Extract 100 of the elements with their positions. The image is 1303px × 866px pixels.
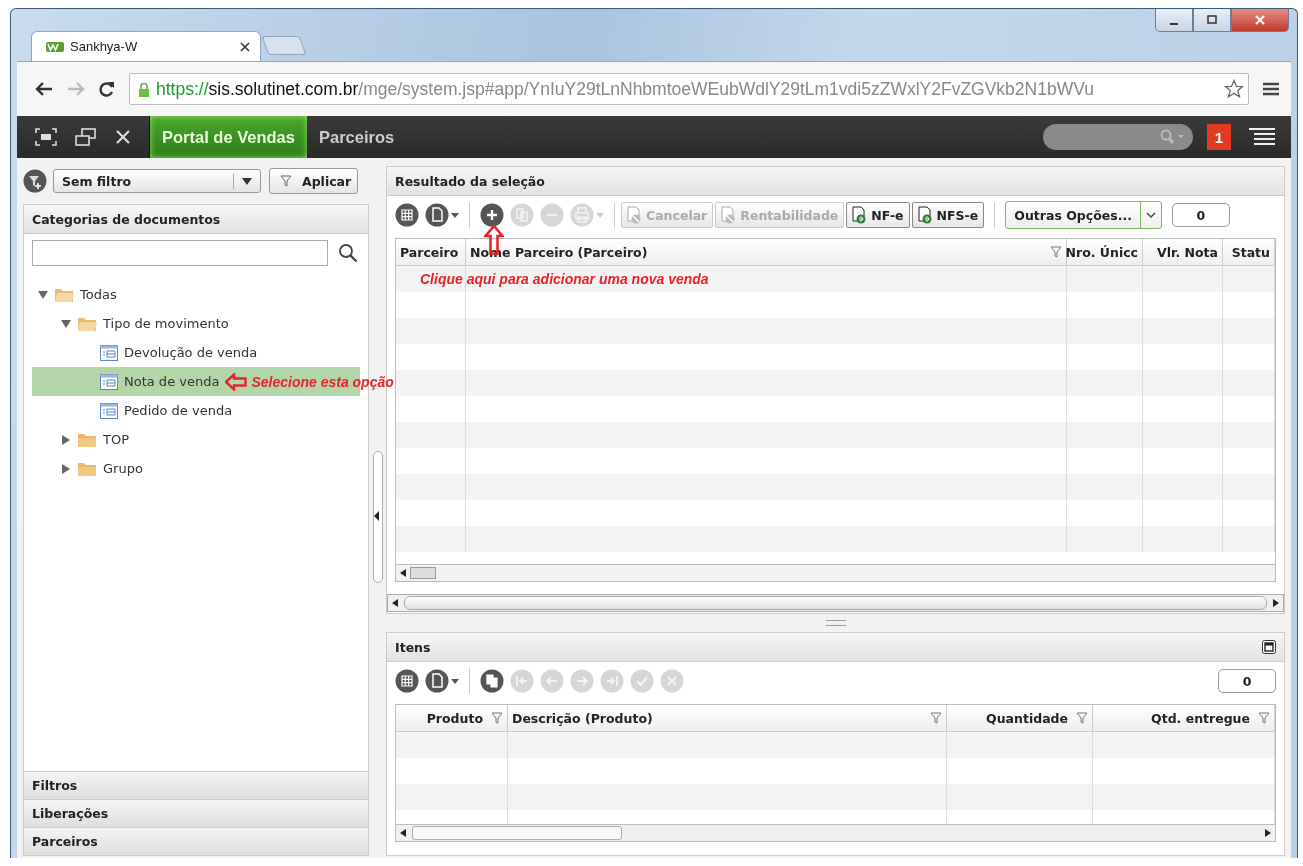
chevron-down-icon [1145,212,1156,218]
toolbar-button[interactable]: NFS-e [911,202,985,228]
list-document-icon [100,344,118,361]
address-bar[interactable]: https://sis.solutinet.com.br/mge/system.jsp#app/YnIuY29tLnNhbmtoeWEubWdlY29tLm1vdi5zZWxlY2FvZGVkb2N1bWVu [129,73,1249,105]
folder-icon [77,431,97,448]
search-icon[interactable] [338,243,358,263]
lock-icon [138,81,150,97]
tree-item[interactable]: Pedido de venda [32,396,360,425]
panel-title: Resultado da seleção [387,167,1284,196]
options-dropdown[interactable]: Outras Opções... [1005,201,1162,229]
document-icon [851,206,868,224]
tree-item[interactable]: Todas [32,280,360,309]
document-icon[interactable] [425,203,459,227]
tree-item[interactable]: Nota de venda Selecione esta opção [32,367,394,396]
search-field[interactable] [32,240,328,266]
add-filter-icon[interactable] [23,169,47,193]
panel-title: Itens [395,639,431,655]
expand-arrow-icon[interactable] [61,434,71,445]
annotation-text: Clique aqui para adicionar uma nova venda [420,271,709,287]
menu-icon[interactable] [1263,82,1279,96]
filter-icon[interactable] [1050,246,1062,258]
app-tab[interactable]: Parceiros [306,116,407,158]
tree-item-label: Pedido de venda [124,403,233,418]
splitter-handle[interactable] [373,451,383,583]
fullscreen-icon[interactable] [35,128,57,146]
filter-icon[interactable] [1076,712,1088,724]
scrollbar[interactable] [396,564,1275,581]
search-icon [1159,129,1185,145]
copy-icon[interactable] [480,669,504,693]
scrollbar[interactable] [396,824,1275,841]
document-icon [916,206,933,224]
scroll-left-icon[interactable] [400,829,406,837]
tab-title: Sankhya-W [70,39,139,54]
column-header[interactable]: Quantidade [986,710,1068,726]
document-icon [626,206,642,224]
filter-icon [280,175,292,187]
filter-icon[interactable] [491,712,503,724]
grid-icon[interactable] [395,203,419,227]
tree-item-label: Tipo de movimento [103,316,229,331]
annotation-text: Selecione esta opção [251,373,394,390]
close-icon [1254,14,1266,26]
notification-badge[interactable]: 1 [1207,124,1231,150]
folder-icon [77,315,97,332]
accordion-header[interactable]: Filtros [24,771,368,799]
splitter-handle[interactable] [825,620,846,626]
tree-item-label: TOP [103,432,129,447]
scroll-right-icon[interactable] [1265,829,1271,837]
reload-icon[interactable] [99,81,115,97]
minimize-button[interactable] [1155,9,1193,32]
accordion-header[interactable]: Parceiros [24,827,368,855]
scroll-left-icon[interactable] [400,569,406,577]
tree-item[interactable]: Devolução de venda [32,338,360,367]
collapse-arrow-icon[interactable] [374,511,379,521]
record-count: 0 [1171,203,1230,227]
add-icon[interactable] [480,203,504,227]
column-header[interactable]: Parceiro [400,244,459,260]
maximize-icon[interactable] [1262,640,1276,654]
dropdown-arrow-icon [242,177,252,185]
maximize-icon [1206,14,1218,26]
scroll-left-icon[interactable] [392,599,398,607]
filter-icon[interactable] [1258,712,1270,724]
close-button[interactable] [1231,9,1289,32]
column-header[interactable]: Qtd. entregue [1151,710,1250,726]
toolbar-button[interactable]: NF-e [846,202,910,228]
tree-item[interactable]: Tipo de movimento [32,309,360,338]
logo-icon [46,41,64,52]
accordion-header[interactable]: Liberações [24,799,368,827]
close-icon[interactable] [240,41,250,52]
annotation-arrow [225,372,248,391]
back-icon[interactable] [35,82,53,96]
maximize-button[interactable] [1193,9,1231,32]
filter-dropdown[interactable]: Sem filtro [53,169,261,193]
document-icon [720,206,737,224]
column-header[interactable]: Descrição (Produto) [512,710,653,726]
grid-icon[interactable] [395,669,419,693]
tree-item-label: Grupo [103,461,143,476]
restore-icon[interactable] [75,128,97,146]
scrollbar[interactable] [387,594,1284,612]
browser-tab[interactable]: Sankhya-W [31,31,261,61]
panel-title: Categorias de documentos [24,205,368,234]
column-header[interactable]: Statu [1231,244,1270,260]
app-tab[interactable]: Portal de Vendas [150,116,307,158]
document-icon[interactable] [425,669,459,693]
tree-item-label: Devolução de venda [124,345,258,360]
scrollbar-thumb[interactable] [410,567,436,579]
tree-item[interactable]: Grupo [32,454,360,483]
search-field[interactable] [1043,124,1193,150]
star-icon[interactable] [1224,79,1244,99]
column-header[interactable]: Vlr. Nota [1157,244,1218,260]
list-document-icon [100,373,118,390]
minimize-icon [1170,23,1178,25]
column-header[interactable]: Nro. Únicc [1065,244,1138,260]
filter-icon[interactable] [930,712,942,724]
url-text: https://sis.solutinet.com.br/mge/system.jsp#app/YnIuY29tLnNhbmtoeWEubWdlY29tLm1vdi5zZWxlY2FvZGVkb2N1bWVu [156,78,1095,100]
folder-icon [77,460,97,477]
column-header[interactable]: Produto [426,710,483,726]
expand-arrow-icon[interactable] [61,463,71,474]
tree-item[interactable]: TOP [32,425,360,454]
apply-button[interactable]: Aplicar [269,168,359,194]
scroll-right-icon[interactable] [1273,599,1279,607]
